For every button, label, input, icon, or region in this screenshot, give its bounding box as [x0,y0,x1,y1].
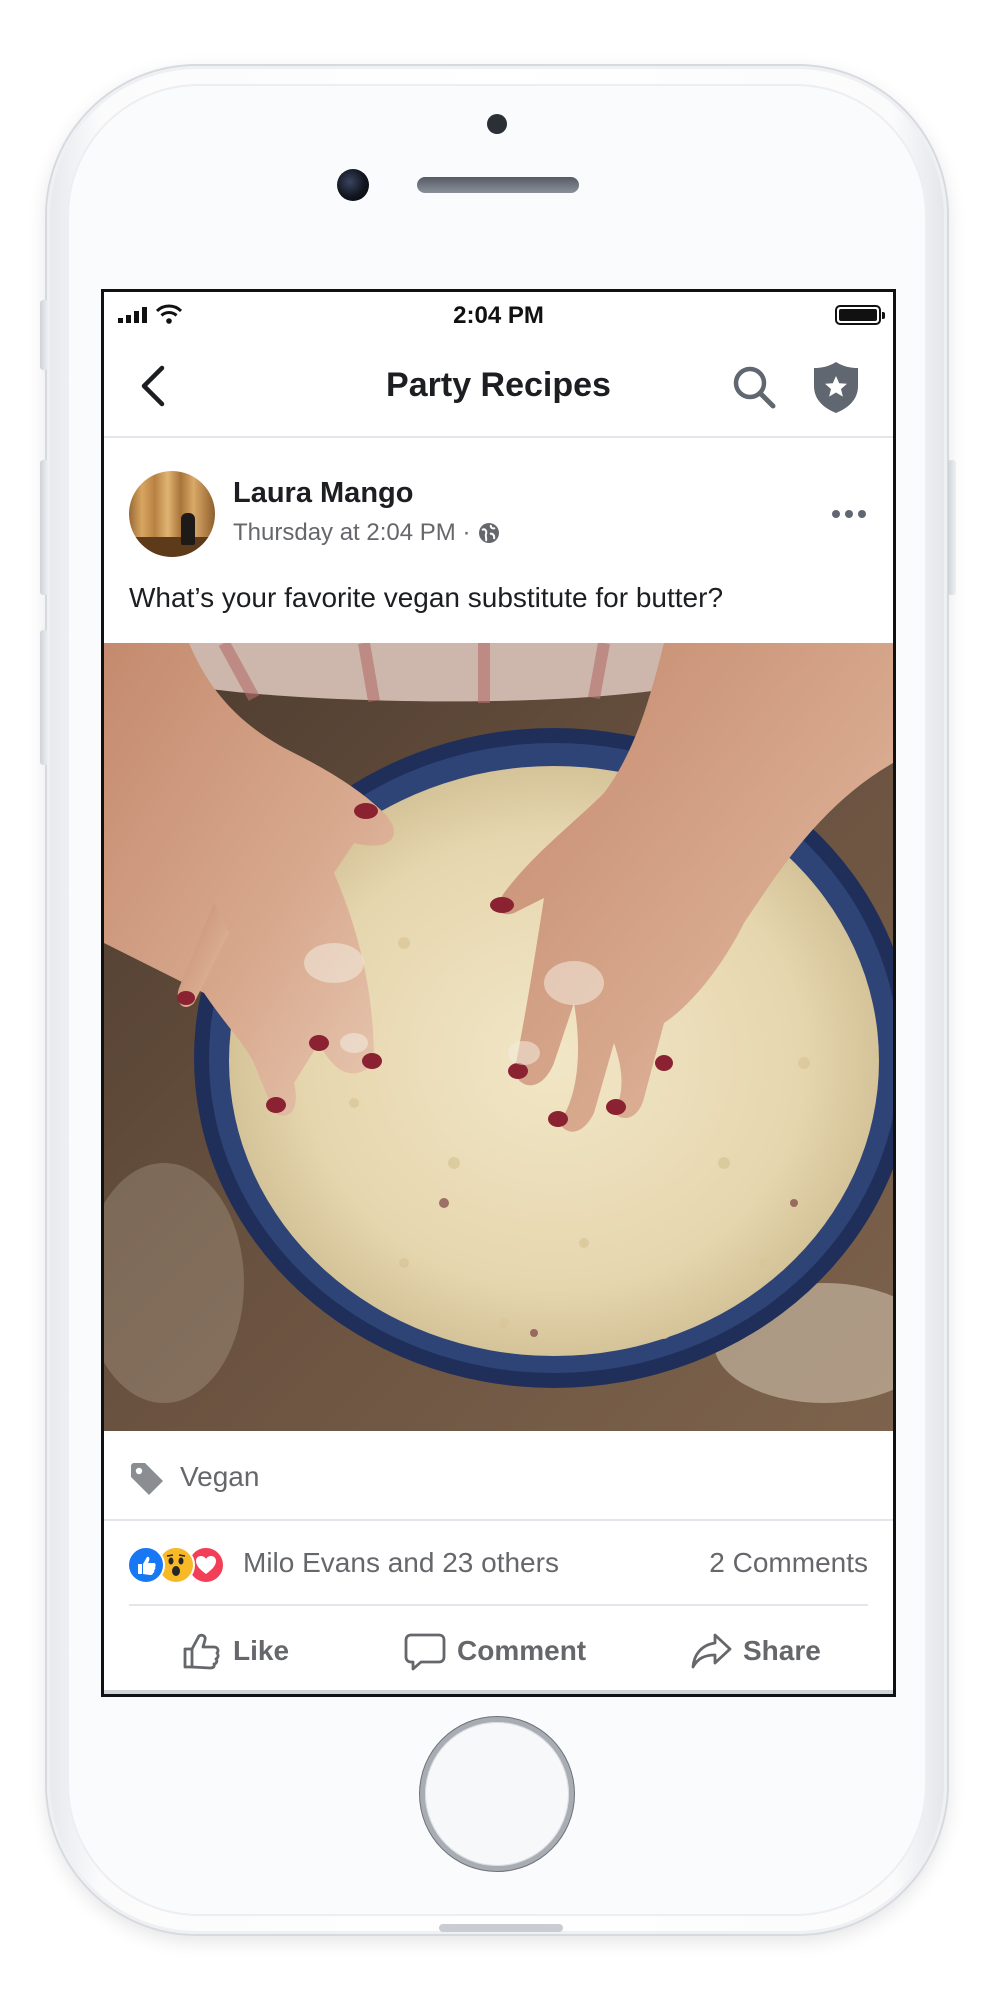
reaction-icons[interactable] [127,1546,227,1584]
volume-up-button [40,460,48,595]
proximity-sensor [487,114,507,134]
actions-divider [129,1604,868,1606]
search-icon[interactable] [729,362,779,412]
reactions-summary: Milo Evans and 23 others 2 Comments [104,1523,893,1601]
like-reaction-icon [127,1546,165,1584]
like-button[interactable]: Like [179,1608,289,1694]
comment-bubble-icon [404,1633,446,1671]
post-text: What’s your favorite vegan substitute fo… [129,582,724,613]
comments-count[interactable]: 2 Comments [709,1547,868,1579]
post-actions: Like Comment Share [104,1608,893,1694]
share-label: Share [743,1635,821,1666]
front-camera [337,169,369,201]
post-photo[interactable] [104,643,893,1431]
battery-full-icon [835,305,885,325]
status-time: 2:04 PM [453,302,544,329]
status-bar: 2:04 PM [104,292,893,336]
next-post-edge [104,1690,893,1694]
comment-label: Comment [457,1635,587,1666]
author-name[interactable]: Laura Mango [233,477,413,510]
more-dots-icon[interactable] [829,499,869,529]
like-label: Like [233,1635,290,1666]
admin-shield-star-icon[interactable] [811,360,861,414]
earpiece-speaker [417,177,579,193]
volume-down-button [40,630,48,765]
comment-button[interactable]: Comment [403,1608,586,1694]
tag-vegan[interactable]: Vegan [180,1461,259,1493]
thumbs-up-icon [183,1633,220,1670]
home-button[interactable] [425,1722,569,1866]
globe-icon [479,523,500,543]
post-meta: Thursday at 2:04 PM · [233,519,500,547]
phone-screen: 2:04 PM Party Recipes Laura Mango Thursd… [101,289,896,1697]
navigation-bar: Party Recipes [104,336,893,438]
share-button[interactable]: Share [689,1608,821,1694]
lightning-port [439,1924,563,1932]
power-button [948,460,956,595]
share-arrow-icon [691,1633,732,1669]
tag-icon [131,1463,163,1495]
post-tags: Vegan [104,1431,893,1521]
avatar[interactable] [129,471,215,557]
reactions-text[interactable]: Milo Evans and 23 others [243,1547,559,1579]
post-timestamp[interactable]: Thursday at 2:04 PM · [233,519,470,547]
mute-switch [40,300,48,370]
